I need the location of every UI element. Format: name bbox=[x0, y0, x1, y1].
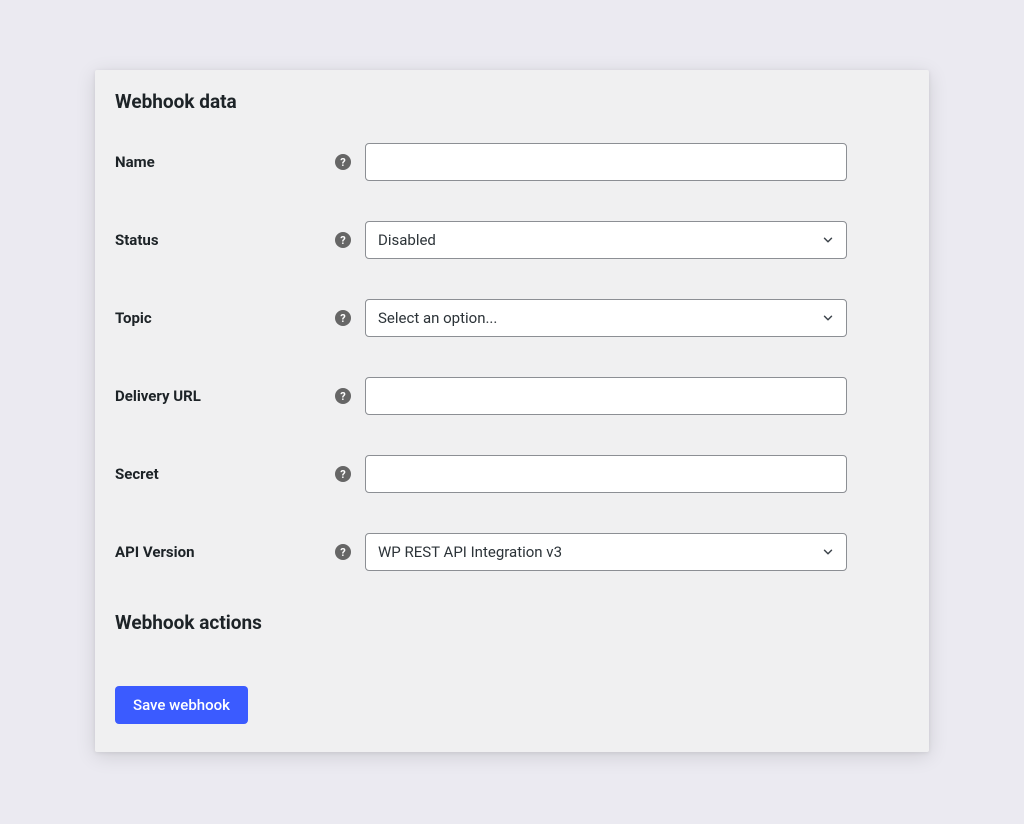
api-version-select-value: WP REST API Integration v3 bbox=[365, 533, 847, 571]
help-icon[interactable]: ? bbox=[335, 388, 351, 404]
status-select[interactable]: Disabled bbox=[365, 221, 847, 259]
field-row-topic: Topic ? Select an option... bbox=[115, 299, 909, 337]
field-row-name: Name ? bbox=[115, 143, 909, 181]
topic-select[interactable]: Select an option... bbox=[365, 299, 847, 337]
name-input[interactable] bbox=[365, 143, 847, 181]
api-version-label: API Version bbox=[115, 543, 194, 561]
input-col bbox=[365, 455, 909, 493]
help-icon[interactable]: ? bbox=[335, 310, 351, 326]
delivery-url-label: Delivery URL bbox=[115, 387, 201, 405]
save-webhook-button[interactable]: Save webhook bbox=[115, 686, 248, 724]
field-row-api-version: API Version ? WP REST API Integration v3 bbox=[115, 533, 909, 571]
api-version-select[interactable]: WP REST API Integration v3 bbox=[365, 533, 847, 571]
webhook-actions-heading: Webhook actions bbox=[115, 611, 909, 634]
help-icon[interactable]: ? bbox=[335, 154, 351, 170]
topic-select-value: Select an option... bbox=[365, 299, 847, 337]
delivery-url-input[interactable] bbox=[365, 377, 847, 415]
status-label: Status bbox=[115, 231, 159, 249]
status-select-value: Disabled bbox=[365, 221, 847, 259]
label-col: Topic ? bbox=[115, 309, 365, 327]
field-row-secret: Secret ? bbox=[115, 455, 909, 493]
webhook-data-heading: Webhook data bbox=[115, 90, 909, 113]
label-col: Status ? bbox=[115, 231, 365, 249]
input-col bbox=[365, 377, 909, 415]
label-col: Delivery URL ? bbox=[115, 387, 365, 405]
help-icon[interactable]: ? bbox=[335, 232, 351, 248]
topic-label: Topic bbox=[115, 309, 152, 327]
name-label: Name bbox=[115, 153, 155, 171]
webhook-settings-panel: Webhook data Name ? Status ? Disabled To bbox=[95, 70, 929, 752]
input-col: Disabled bbox=[365, 221, 909, 259]
help-icon[interactable]: ? bbox=[335, 544, 351, 560]
label-col: API Version ? bbox=[115, 543, 365, 561]
secret-input[interactable] bbox=[365, 455, 847, 493]
label-col: Secret ? bbox=[115, 465, 365, 483]
input-col: WP REST API Integration v3 bbox=[365, 533, 909, 571]
label-col: Name ? bbox=[115, 153, 365, 171]
field-row-delivery-url: Delivery URL ? bbox=[115, 377, 909, 415]
help-icon[interactable]: ? bbox=[335, 466, 351, 482]
field-row-status: Status ? Disabled bbox=[115, 221, 909, 259]
secret-label: Secret bbox=[115, 465, 159, 483]
input-col: Select an option... bbox=[365, 299, 909, 337]
input-col bbox=[365, 143, 909, 181]
